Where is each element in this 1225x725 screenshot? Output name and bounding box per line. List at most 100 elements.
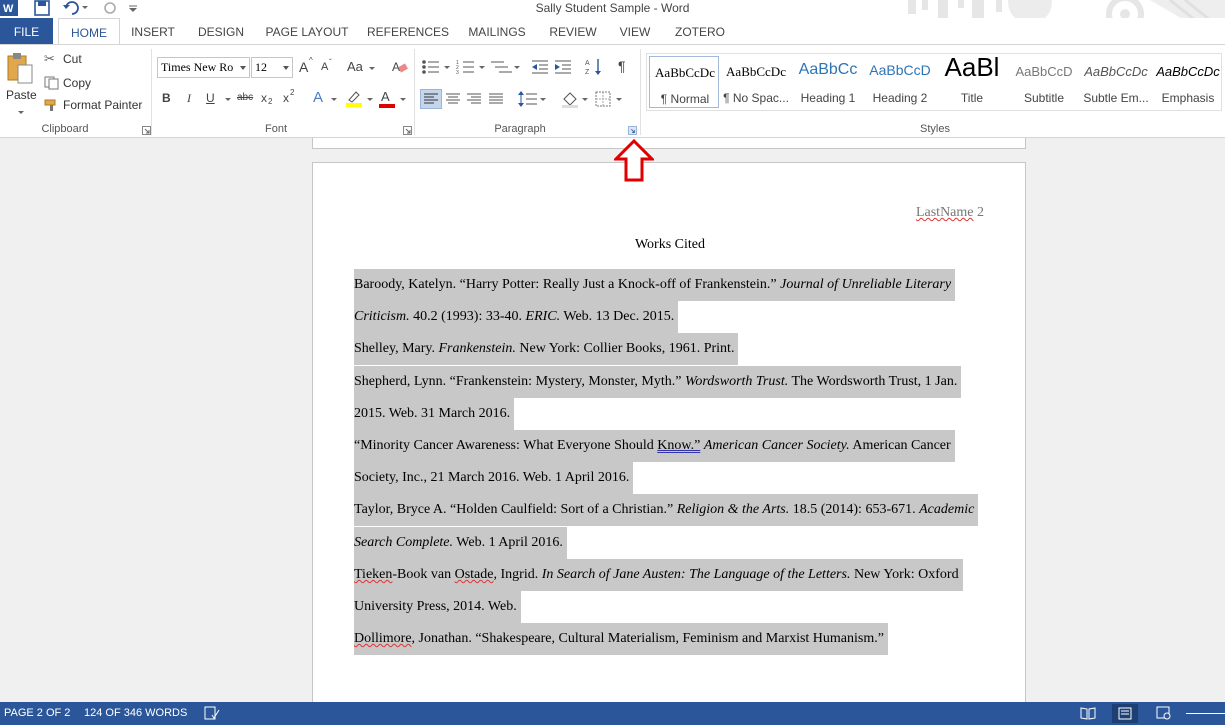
- cut-button[interactable]: ✂ Cut: [44, 51, 144, 69]
- text-run: New York: Collier Books, 1961. Print.: [515, 341, 735, 357]
- tab-insert[interactable]: INSERT: [127, 18, 179, 44]
- style-emphasis[interactable]: AaBbCcDc Emphasis: [1153, 56, 1223, 108]
- sort-icon[interactable]: AZ: [585, 57, 603, 77]
- citation-line[interactable]: Tieken-Book van Ostade, Ingrid. In Searc…: [354, 558, 963, 591]
- tab-review[interactable]: REVIEW: [545, 18, 601, 44]
- italic-text-run: Religion & the Arts.: [676, 502, 790, 518]
- tab-mailings[interactable]: MAILINGS: [463, 18, 531, 44]
- font-name-combo[interactable]: Times New Ro: [157, 57, 250, 78]
- citation-line[interactable]: Society, Inc., 21 March 2016. Web. 1 Apr…: [354, 462, 634, 495]
- show-formatting-marks-button[interactable]: ¶: [617, 58, 631, 76]
- center-align-icon[interactable]: [445, 92, 461, 106]
- clipboard-dialog-launcher-icon[interactable]: [142, 126, 151, 135]
- style-title[interactable]: AaBl Title: [937, 56, 1007, 108]
- align-left-button[interactable]: [420, 89, 442, 109]
- text-run: Shelley, Mary.: [354, 341, 439, 357]
- paste-button[interactable]: Paste: [4, 51, 37, 115]
- citation-line[interactable]: Search Complete. Web. 1 April 2016.: [354, 526, 567, 559]
- save-icon[interactable]: [34, 0, 50, 16]
- header-last-name: LastName: [915, 205, 974, 220]
- bold-button[interactable]: B: [161, 91, 175, 107]
- page-count-status[interactable]: PAGE 2 OF 2: [4, 707, 70, 719]
- citation-line[interactable]: Taylor, Bryce A. “Holden Caulfield: Sort…: [354, 494, 979, 527]
- print-layout-view-button[interactable]: [1112, 704, 1138, 723]
- strikethrough-button[interactable]: abc: [237, 91, 257, 107]
- text-run: Tieken: [354, 566, 393, 582]
- line-spacing-icon[interactable]: [518, 90, 548, 108]
- undo-icon[interactable]: [62, 0, 90, 16]
- citation-line[interactable]: Baroody, Katelyn. “Harry Potter: Really …: [354, 269, 956, 301]
- paintbrush-icon: [44, 99, 56, 111]
- tab-zotero[interactable]: ZOTERO: [668, 18, 732, 44]
- citation-line[interactable]: Dollimore, Jonathan. “Shakespeare, Cultu…: [354, 623, 888, 656]
- highlight-button[interactable]: [345, 89, 375, 109]
- document-page[interactable]: LastName 2 Works Cited Baroody, Katelyn.…: [312, 162, 1026, 702]
- style-no-spacing[interactable]: AaBbCcDc ¶ No Spac...: [721, 56, 791, 108]
- paragraph-dialog-launcher-icon[interactable]: [628, 126, 637, 135]
- font-size-value: 12: [255, 60, 267, 74]
- format-painter-button[interactable]: Format Painter: [44, 97, 148, 115]
- citation-line[interactable]: 2015. Web. 31 March 2016.: [354, 397, 515, 430]
- citation-line[interactable]: Shelley, Mary. Frankenstein. New York: C…: [354, 333, 739, 366]
- font-color-button[interactable]: A: [378, 89, 408, 109]
- style-name: Subtle Em...: [1083, 91, 1149, 105]
- tab-design[interactable]: DESIGN: [190, 18, 252, 44]
- zoom-slider[interactable]: [1186, 713, 1225, 714]
- style-heading-1[interactable]: AaBbCc Heading 1: [793, 56, 863, 108]
- font-name-value: Times New Ro: [161, 60, 234, 74]
- svg-text:3: 3: [456, 70, 459, 75]
- citation-line[interactable]: Criticism. 40.2 (1993): 33-40. ERIC. Web…: [354, 301, 679, 334]
- italic-text-run: Search Complete.: [354, 534, 454, 550]
- italic-text-run: Wordsworth Trust.: [684, 373, 789, 389]
- copy-button[interactable]: Copy: [44, 75, 144, 93]
- underline-label: U: [206, 91, 215, 105]
- multilevel-list-icon[interactable]: [490, 59, 522, 75]
- document-area[interactable]: LastName 2 Works Cited Baroody, Katelyn.…: [0, 138, 1225, 702]
- customize-quick-access-icon[interactable]: [127, 0, 139, 16]
- shading-icon[interactable]: [560, 90, 590, 108]
- style-normal[interactable]: AaBbCcDc ¶ Normal: [649, 56, 719, 108]
- style-subtle-emphasis[interactable]: AaBbCcDc Subtle Em...: [1081, 56, 1151, 108]
- citation-line[interactable]: University Press, 2014. Web.: [354, 591, 521, 623]
- tab-view[interactable]: VIEW: [614, 18, 656, 44]
- grow-font-button[interactable]: A ^: [299, 56, 315, 77]
- underline-button[interactable]: U: [205, 91, 233, 107]
- font-color-swatch: [379, 104, 395, 108]
- page-header[interactable]: LastName 2: [916, 205, 984, 221]
- borders-icon[interactable]: [594, 90, 626, 108]
- increase-indent-icon[interactable]: [554, 59, 572, 75]
- tab-home[interactable]: HOME: [58, 18, 120, 45]
- tab-references[interactable]: REFERENCES: [364, 18, 452, 44]
- align-right-icon[interactable]: [466, 92, 482, 106]
- proofing-icon[interactable]: [204, 706, 220, 720]
- citation-line[interactable]: Shepherd, Lynn. “Frankenstein: Mystery, …: [354, 365, 962, 398]
- chevron-down-icon: [225, 98, 231, 101]
- style-name: Heading 2: [872, 91, 928, 105]
- font-dialog-launcher-icon[interactable]: [403, 126, 412, 135]
- superscript-button[interactable]: x 2: [283, 88, 299, 107]
- citation-line[interactable]: “Minority Cancer Awareness: What Everyon…: [354, 430, 955, 462]
- italic-button[interactable]: I: [184, 91, 198, 107]
- clear-formatting-icon[interactable]: A: [392, 59, 408, 75]
- style-heading-2[interactable]: AaBbCcD Heading 2: [865, 56, 935, 108]
- tab-file[interactable]: FILE: [0, 18, 53, 44]
- numbering-icon[interactable]: 1 2 3: [456, 59, 488, 75]
- change-case-button[interactable]: Aa: [347, 59, 379, 77]
- text-effects-button[interactable]: A: [313, 89, 339, 107]
- italic-text-run: Academic: [919, 502, 975, 518]
- word-count-status[interactable]: 124 OF 346 WORDS: [84, 707, 187, 719]
- font-size-combo[interactable]: 12: [251, 57, 293, 78]
- justify-icon[interactable]: [488, 92, 504, 106]
- decrease-indent-icon[interactable]: [531, 59, 549, 75]
- highlighter-icon: [346, 91, 362, 107]
- bullets-icon[interactable]: [421, 59, 453, 75]
- subscript-button[interactable]: x 2: [261, 91, 277, 107]
- tab-page-layout[interactable]: PAGE LAYOUT: [262, 18, 352, 44]
- style-subtitle[interactable]: AaBbCcD Subtitle: [1009, 56, 1079, 108]
- shrink-font-button[interactable]: A ˇ: [321, 58, 337, 77]
- read-mode-icon[interactable]: [1080, 706, 1096, 720]
- web-layout-icon[interactable]: [1156, 706, 1172, 720]
- redo-icon[interactable]: [102, 0, 118, 16]
- subscript-label: x: [261, 91, 267, 105]
- style-name: Heading 1: [800, 91, 856, 105]
